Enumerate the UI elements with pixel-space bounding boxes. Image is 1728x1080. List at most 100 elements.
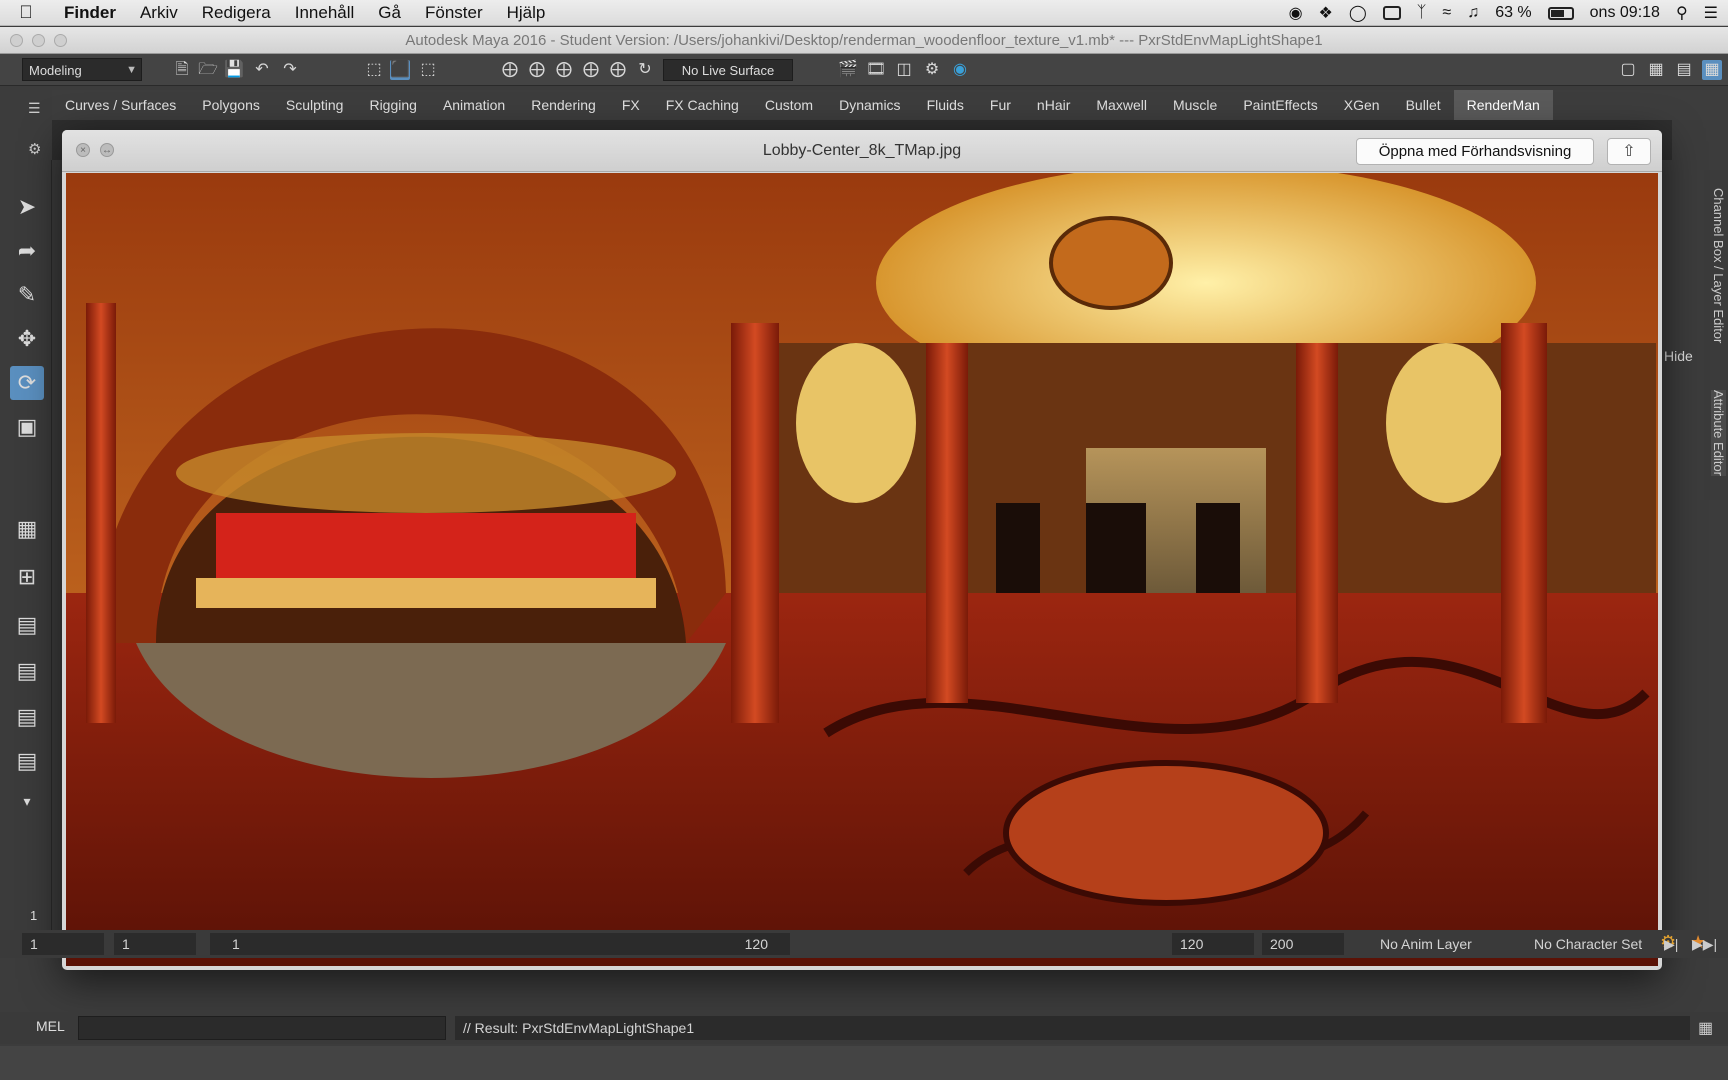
menu-redigera[interactable]: Redigera: [190, 3, 283, 23]
shelf-tab[interactable]: XGen: [1331, 90, 1393, 120]
render-current-icon[interactable]: 🎞: [866, 60, 886, 80]
shelf-tab[interactable]: Dynamics: [826, 90, 913, 120]
select-object-icon[interactable]: ⬛: [390, 60, 410, 80]
anim-layer-dropdown[interactable]: No Anim Layer: [1372, 933, 1508, 955]
channel-box-toggle-icon[interactable]: ▦: [1702, 60, 1722, 80]
bluetooth-icon[interactable]: ᛉ: [1417, 4, 1427, 22]
menu-innehall[interactable]: Innehåll: [283, 3, 367, 23]
snap-curve-icon[interactable]: ⨁: [527, 60, 547, 80]
redo-icon[interactable]: ↷: [280, 60, 300, 80]
tool-settings-icon[interactable]: ▤: [1674, 60, 1694, 80]
select-component-icon[interactable]: ⬚: [418, 60, 438, 80]
new-scene-icon[interactable]: 🗎: [172, 60, 192, 80]
layout-outliner-icon[interactable]: ▤: [10, 608, 44, 642]
snap-grid-icon[interactable]: ⨁: [500, 60, 520, 80]
hide-button[interactable]: Hide: [1664, 348, 1693, 364]
shelf-tab[interactable]: Fur: [977, 90, 1024, 120]
shelf-tab[interactable]: Maxwell: [1083, 90, 1160, 120]
playback-end-field[interactable]: 120: [1172, 933, 1254, 955]
go-to-end-icon[interactable]: ▶▶|: [1692, 936, 1717, 953]
mel-input[interactable]: [78, 1016, 446, 1040]
close-window-icon[interactable]: [10, 34, 23, 47]
scale-tool-icon[interactable]: ▣: [10, 410, 44, 444]
script-language-toggle[interactable]: MEL: [36, 1018, 65, 1034]
zoom-window-icon[interactable]: [54, 34, 67, 47]
shelf-tab[interactable]: Bullet: [1393, 90, 1454, 120]
menu-set-dropdown[interactable]: Modeling ▼: [22, 58, 142, 81]
shelf-tab[interactable]: Fluids: [914, 90, 977, 120]
lasso-tool-icon[interactable]: ➦: [10, 234, 44, 268]
menu-ga[interactable]: Gå: [366, 3, 413, 23]
clock[interactable]: ons 09:18: [1590, 4, 1660, 22]
layout-graph-icon[interactable]: ▤: [10, 654, 44, 688]
more-layouts-icon[interactable]: ▾: [10, 784, 44, 818]
select-tool-icon[interactable]: ➤: [10, 190, 44, 224]
battery-percent[interactable]: 63 %: [1495, 4, 1531, 22]
shelf-settings-icon[interactable]: ⚙: [28, 140, 41, 158]
open-with-preview-button[interactable]: Öppna med Förhandsvisning: [1356, 138, 1594, 165]
open-scene-icon[interactable]: 🗁: [198, 60, 218, 80]
volume-icon[interactable]: ♫: [1467, 4, 1479, 22]
save-scene-icon[interactable]: 💾: [224, 60, 244, 80]
character-set-dropdown[interactable]: No Character Set: [1526, 933, 1666, 955]
shelf-tab[interactable]: PaintEffects: [1230, 90, 1330, 120]
modeling-toolkit-icon[interactable]: ▢: [1618, 60, 1638, 80]
shelf-menu-icon[interactable]: ☰: [28, 100, 41, 117]
end-time-field[interactable]: 200: [1262, 933, 1344, 955]
dropbox-icon[interactable]: ❖: [1319, 3, 1333, 23]
minimize-window-icon[interactable]: [32, 34, 45, 47]
shelf-tab[interactable]: Polygons: [189, 90, 273, 120]
shelf-tab[interactable]: Rendering: [518, 90, 609, 120]
shelf-tab[interactable]: nHair: [1024, 90, 1083, 120]
channel-box-tab[interactable]: Channel Box / Layer Editor: [1711, 188, 1726, 343]
playback-start-field[interactable]: 1: [114, 933, 196, 955]
hypershade-icon[interactable]: ◉: [950, 60, 970, 80]
shelf-tab[interactable]: Muscle: [1160, 90, 1230, 120]
shelf-tab[interactable]: Animation: [430, 90, 518, 120]
live-surface-field[interactable]: No Live Surface: [663, 59, 793, 81]
screen-record-icon[interactable]: [1382, 6, 1401, 20]
shelf-tab[interactable]: Custom: [752, 90, 826, 120]
shelf-tab[interactable]: Curves / Surfaces: [52, 90, 189, 120]
undo-icon[interactable]: ↶: [252, 60, 272, 80]
range-bar[interactable]: 1 120: [210, 933, 790, 955]
notification-center-icon[interactable]: ☰: [1704, 3, 1718, 23]
wifi-icon[interactable]: ≈: [1442, 4, 1451, 22]
shelf-tab[interactable]: Sculpting: [273, 90, 357, 120]
render-view-icon[interactable]: 🎬: [838, 60, 858, 80]
shelf-tab-renderman[interactable]: RenderMan: [1453, 90, 1553, 120]
rotate-tool-icon[interactable]: ⟳: [10, 366, 44, 400]
select-hierarchy-icon[interactable]: ⬚: [364, 60, 384, 80]
attribute-editor-toggle-icon[interactable]: ▦: [1646, 60, 1666, 80]
menu-finder[interactable]: Finder: [52, 3, 128, 23]
menu-arkiv[interactable]: Arkiv: [128, 3, 190, 23]
snap-view-icon[interactable]: ⨁: [581, 60, 601, 80]
start-time-field[interactable]: 1: [22, 933, 104, 955]
move-tool-icon[interactable]: ✥: [10, 322, 44, 356]
snap-toggle-icon[interactable]: ↻: [635, 60, 655, 80]
snap-surface-icon[interactable]: ⨁: [608, 60, 628, 80]
layout-uv-icon[interactable]: ▤: [10, 744, 44, 778]
attribute-editor-tab[interactable]: Attribute Editor: [1711, 390, 1726, 476]
range-end-label: 120: [744, 936, 768, 952]
creative-cloud-icon[interactable]: ◉: [1289, 3, 1303, 23]
step-forward-icon[interactable]: ▶|: [1664, 936, 1678, 953]
single-perspective-icon[interactable]: ▦: [10, 512, 44, 546]
four-view-icon[interactable]: ⊞: [10, 560, 44, 594]
ipr-render-icon[interactable]: ◫: [894, 60, 914, 80]
paint-select-icon[interactable]: ✎: [10, 278, 44, 312]
messages-icon[interactable]: ◯: [1349, 3, 1367, 23]
snap-point-icon[interactable]: ⨁: [554, 60, 574, 80]
script-editor-icon[interactable]: ▦: [1698, 1018, 1713, 1038]
shelf-tab[interactable]: FX: [609, 90, 653, 120]
layout-hypershade-icon[interactable]: ▤: [10, 700, 44, 734]
shelf-tab[interactable]: FX Caching: [653, 90, 752, 120]
shelf-tab[interactable]: Rigging: [356, 90, 429, 120]
battery-icon[interactable]: [1547, 6, 1574, 20]
share-icon[interactable]: ⇧: [1607, 138, 1651, 165]
menu-hjalp[interactable]: Hjälp: [495, 3, 558, 23]
render-settings-icon[interactable]: ⚙: [922, 60, 942, 80]
menu-fonster[interactable]: Fönster: [413, 3, 495, 23]
apple-menu-icon[interactable]: : [0, 2, 52, 23]
spotlight-icon[interactable]: ⚲: [1676, 3, 1688, 23]
